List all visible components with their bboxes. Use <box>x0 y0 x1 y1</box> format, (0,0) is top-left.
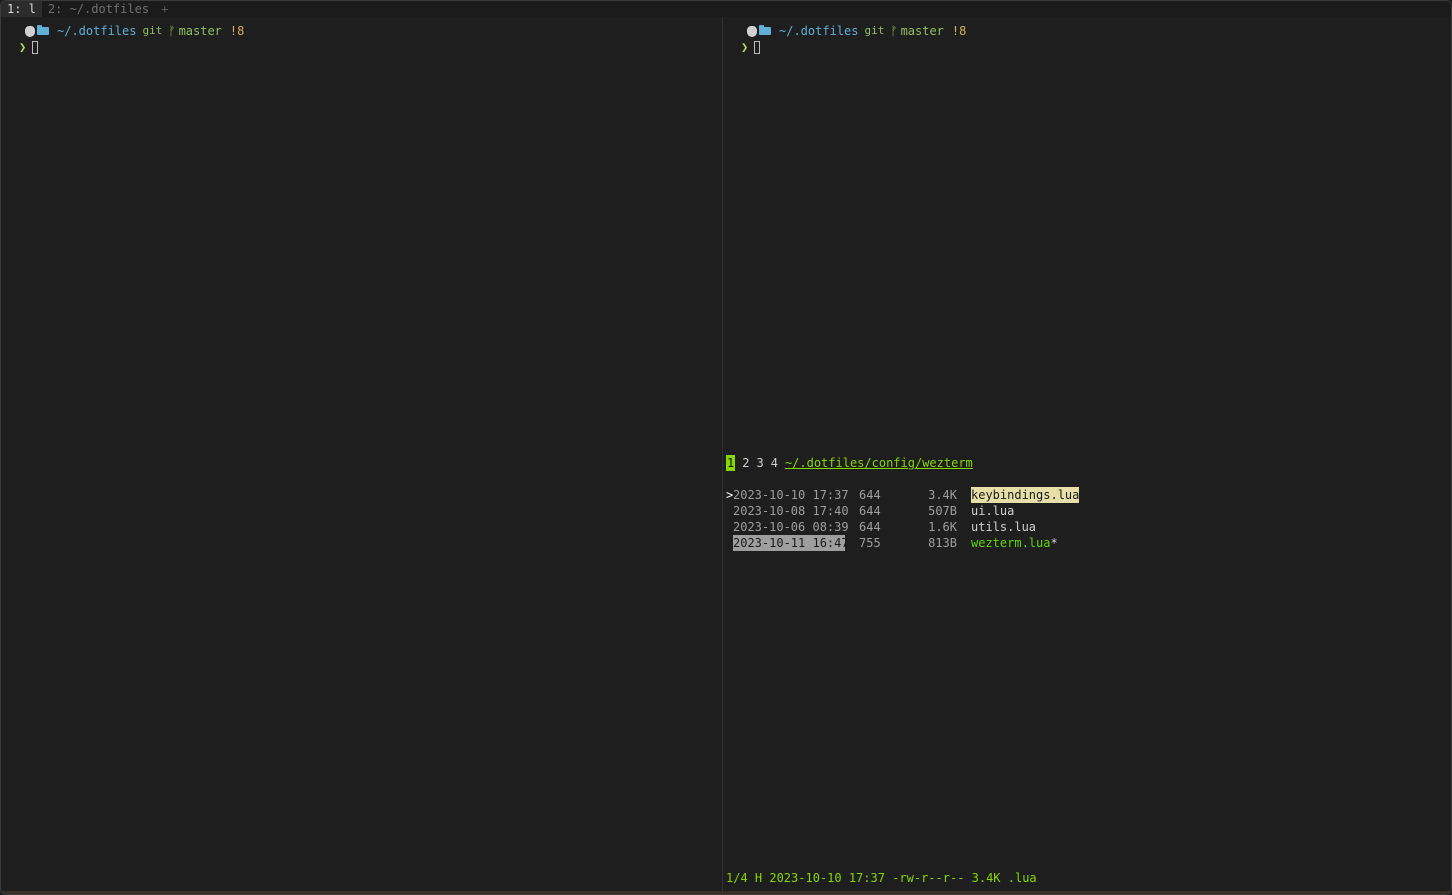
apple-icon <box>747 25 757 37</box>
file-row[interactable]: 2023-10-11 16:47 755 813B wezterm.lua * <box>726 535 1079 551</box>
command-input[interactable]: ❯ <box>741 39 761 55</box>
shell-prompt: ~/.dotfiles git ᚠ master !8 <box>747 23 966 39</box>
file-permissions: 644 <box>859 488 881 502</box>
prompt-symbol: ❯ <box>741 40 749 54</box>
prompt-symbol: ❯ <box>19 40 27 54</box>
left-pane[interactable]: ~/.dotfiles git ᚠ master !8 ❯ <box>1 17 722 894</box>
file-size: 813B <box>928 536 957 550</box>
apple-icon <box>25 25 35 37</box>
folder-icon <box>37 25 49 35</box>
git-branch-icon: ᚠ <box>168 24 176 38</box>
tab-2[interactable]: 2: ~/.dotfiles <box>42 1 155 17</box>
file-size: 507B <box>928 504 957 518</box>
file-date: 2023-10-10 17:37 <box>733 488 849 502</box>
file-name: wezterm.lua <box>971 536 1051 550</box>
file-row[interactable]: 2023-10-08 17:40 644 507B ui.lua <box>726 503 1079 519</box>
new-tab-button[interactable]: + <box>155 1 174 17</box>
prompt-path: ~/.dotfiles <box>779 24 859 38</box>
file-suffix: * <box>1050 536 1058 550</box>
prompt-branch: master <box>178 24 222 38</box>
git-branch-icon: ᚠ <box>890 24 898 38</box>
prompt-path: ~/.dotfiles <box>57 24 137 38</box>
terminal-window: 1: l 2: ~/.dotfiles + ~/.dotfiles git ᚠ … <box>0 0 1452 895</box>
file-date: 2023-10-11 16:47 <box>733 535 849 551</box>
fm-context-tab-3[interactable]: 3 <box>756 455 763 471</box>
prompt-git-status: !8 <box>229 24 245 38</box>
file-manager-status-line: 1/4 H 2023-10-10 17:37 -rw-r--r-- 3.4K .… <box>726 871 1037 885</box>
fm-row-cursor <box>726 503 733 519</box>
fm-row-cursor: > <box>726 488 734 502</box>
file-row[interactable]: > 2023-10-10 17:37 644 3.4K keybindings.… <box>726 487 1080 503</box>
file-list: > 2023-10-10 17:37 644 3.4K keybindings.… <box>726 487 1080 551</box>
file-name: ui.lua <box>971 504 1015 518</box>
text-cursor <box>32 40 39 54</box>
prompt-git-status: !8 <box>951 24 967 38</box>
file-date: 2023-10-06 08:39 <box>733 520 849 534</box>
fm-row-cursor <box>726 519 733 535</box>
file-permissions: 644 <box>859 520 881 534</box>
fm-row-cursor <box>726 535 733 551</box>
file-size: 1.6K <box>928 520 957 534</box>
file-size: 3.4K <box>928 488 957 502</box>
file-manager-header: 1 2 3 4 ~/.dotfiles/config/wezterm <box>726 455 973 471</box>
tab-bar: 1: l 2: ~/.dotfiles + <box>1 1 1451 17</box>
prompt-branch: master <box>900 24 944 38</box>
text-cursor <box>754 40 761 54</box>
tab-1[interactable]: 1: l <box>1 1 42 17</box>
shell-prompt: ~/.dotfiles git ᚠ master !8 <box>25 23 244 39</box>
window-bottom-edge <box>1 891 1451 894</box>
fm-current-path[interactable]: ~/.dotfiles/config/wezterm <box>785 455 973 471</box>
file-permissions: 644 <box>859 504 881 518</box>
file-date: 2023-10-08 17:40 <box>733 504 849 518</box>
folder-icon <box>759 25 771 35</box>
fm-context-tab-1[interactable]: 1 <box>726 455 736 471</box>
fm-context-tab-2[interactable]: 2 <box>742 455 749 471</box>
file-permissions: 755 <box>859 536 881 550</box>
file-row[interactable]: 2023-10-06 08:39 644 1.6K utils.lua <box>726 519 1079 535</box>
prompt-vcs: git <box>142 24 163 37</box>
command-input[interactable]: ❯ <box>19 39 39 55</box>
file-name: keybindings.lua <box>971 487 1080 503</box>
prompt-vcs: git <box>864 24 885 37</box>
fm-context-tab-4[interactable]: 4 <box>771 455 778 471</box>
file-name: utils.lua <box>971 520 1037 534</box>
right-pane[interactable]: ~/.dotfiles git ᚠ master !8 ❯ 1 2 3 4 ~/… <box>723 17 1451 894</box>
